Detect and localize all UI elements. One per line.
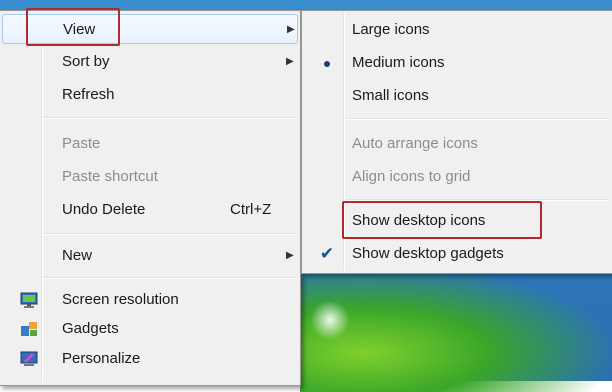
menu-separator [44, 233, 296, 235]
menu-item-large-icons[interactable]: Large icons [304, 15, 610, 45]
radio-selected-icon [318, 48, 336, 78]
menu-item-sort-by[interactable]: Sort by ▶ [2, 47, 298, 77]
annotation-highlight-show-desktop-icons [342, 201, 542, 239]
desktop-context-menu: View ▶ Sort by ▶ Refresh Paste Paste sho… [0, 10, 301, 386]
desktop-wallpaper-glow [310, 300, 350, 340]
monitor-icon [20, 292, 38, 308]
menu-item-show-desktop-gadgets[interactable]: ✔ Show desktop gadgets [304, 239, 610, 269]
menu-item-paste-shortcut[interactable]: Paste shortcut [2, 162, 298, 192]
menu-item-undo-delete[interactable]: Undo Delete Ctrl+Z [2, 195, 298, 225]
menu-item-label: Medium icons [352, 54, 445, 71]
menu-separator [44, 277, 296, 279]
menu-item-label: Personalize [62, 350, 141, 367]
gadgets-icon [21, 322, 37, 336]
menu-item-label: Screen resolution [62, 291, 179, 308]
menu-item-label: Show desktop gadgets [352, 245, 504, 262]
submenu-arrow-icon: ▶ [286, 56, 294, 67]
menu-item-gadgets[interactable]: Gadgets [2, 314, 298, 344]
annotation-highlight-view [26, 8, 120, 46]
menu-item-small-icons[interactable]: Small icons [304, 81, 610, 111]
menu-item-refresh[interactable]: Refresh [2, 80, 298, 110]
menu-item-medium-icons[interactable]: Medium icons [304, 48, 610, 78]
menu-item-label: Refresh [62, 86, 115, 103]
menu-item-label: Paste shortcut [62, 168, 158, 185]
menu-item-paste[interactable]: Paste [2, 129, 298, 159]
menu-separator [44, 117, 296, 119]
menu-item-new[interactable]: New ▶ [2, 241, 298, 271]
submenu-arrow-icon: ▶ [287, 24, 295, 35]
personalize-icon [20, 351, 38, 366]
menu-item-align-icons-to-grid[interactable]: Align icons to grid [304, 162, 610, 192]
menu-item-label: Undo Delete [62, 201, 146, 218]
menu-item-label: Large icons [352, 21, 430, 38]
menu-item-label: Gadgets [62, 320, 119, 337]
checkmark-icon: ✔ [319, 244, 335, 263]
menu-item-label: Sort by [62, 53, 110, 70]
menu-item-label: Auto arrange icons [352, 135, 478, 152]
menu-separator [346, 118, 608, 120]
menu-item-screen-resolution[interactable]: Screen resolution [2, 285, 298, 315]
menu-item-auto-arrange-icons[interactable]: Auto arrange icons [304, 129, 610, 159]
submenu-arrow-icon: ▶ [286, 250, 294, 261]
menu-item-label: Small icons [352, 87, 429, 104]
menu-item-label: New [62, 247, 93, 264]
menu-item-label: Align icons to grid [352, 168, 471, 185]
menu-item-personalize[interactable]: Personalize [2, 344, 298, 374]
menu-item-label: Paste [62, 135, 101, 152]
menu-item-shortcut: Ctrl+Z [230, 201, 272, 218]
